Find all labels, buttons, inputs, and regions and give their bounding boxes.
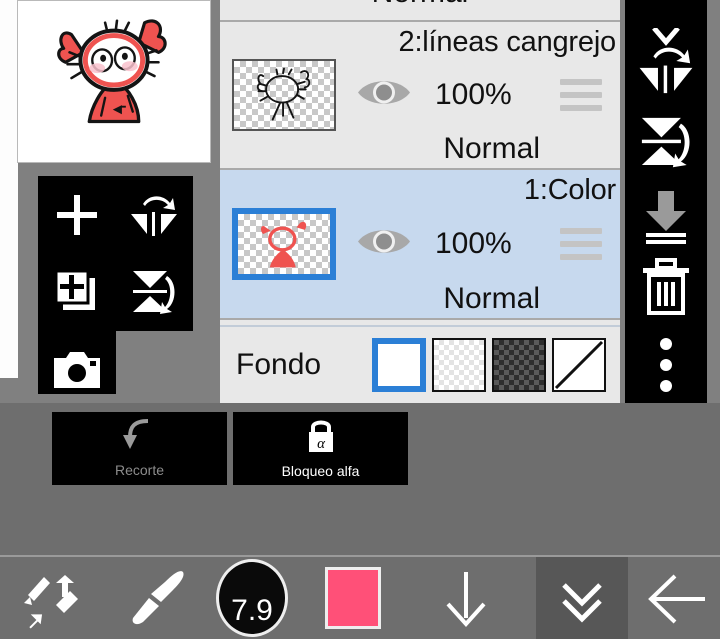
background-option-light-checker[interactable] bbox=[432, 338, 486, 392]
layer-opacity-label: 100% bbox=[435, 227, 512, 260]
brush-eraser-swap-icon bbox=[23, 575, 78, 629]
arrow-left-icon bbox=[648, 574, 705, 624]
camera-icon bbox=[53, 351, 100, 388]
clipping-label: Recorte bbox=[114, 462, 165, 478]
canvas-artwork-crab bbox=[57, 19, 167, 124]
brush-eraser-swap-button[interactable] bbox=[0, 557, 105, 639]
layer-name-label: 1:Color bbox=[523, 174, 616, 206]
duplicate-layer-button[interactable] bbox=[38, 253, 115, 330]
add-layer-button[interactable] bbox=[38, 176, 115, 253]
alpha-lock-label: Bloqueo alfa bbox=[281, 463, 360, 479]
kebab-menu-icon bbox=[660, 338, 672, 392]
crab-color-thumb-icon bbox=[261, 221, 307, 268]
layer-opacity-label: 100% bbox=[435, 78, 512, 111]
merge-down-icon bbox=[646, 190, 686, 244]
handle-line bbox=[560, 79, 602, 85]
flip-vertical-button[interactable] bbox=[115, 253, 192, 330]
merge-down-button[interactable] bbox=[625, 180, 707, 253]
download-layer-button[interactable] bbox=[418, 557, 513, 639]
layer-drag-handle[interactable] bbox=[560, 79, 602, 111]
brush-size-button[interactable]: 7.9 bbox=[216, 559, 288, 637]
eye-icon bbox=[358, 230, 410, 253]
table-row[interactable]: 2:líneas cangrejo 100% Normal bbox=[220, 22, 620, 170]
background-label: Fondo bbox=[236, 348, 322, 381]
handle-line bbox=[560, 241, 602, 247]
layer-controls-strip: Recorte α Bloqueo alfa Normal 100% − bbox=[0, 403, 720, 555]
svg-text:α: α bbox=[317, 436, 326, 452]
duplicate-layer-icon bbox=[54, 269, 95, 310]
background-option-white[interactable] bbox=[372, 338, 426, 392]
camera-import-button[interactable] bbox=[38, 331, 115, 408]
layer-visibility-toggle[interactable] bbox=[355, 76, 413, 115]
back-button[interactable] bbox=[630, 557, 720, 639]
layer-blend-mode-label: Normal bbox=[443, 132, 540, 165]
flip-vertical-icon bbox=[641, 117, 690, 167]
flip-horizontal-button[interactable] bbox=[115, 176, 192, 253]
layer-name-label: 2:líneas cangrejo bbox=[398, 26, 617, 58]
layer-blend-mode-partial: Normal bbox=[220, 0, 620, 10]
handle-line bbox=[560, 254, 602, 260]
layer-visibility-toggle[interactable] bbox=[355, 225, 413, 264]
arrow-down-icon bbox=[446, 572, 485, 627]
ibis-paint-layer-screen: Normal 2:líneas cangrejo bbox=[0, 0, 720, 639]
alpha-lock-button[interactable]: α Bloqueo alfa bbox=[233, 412, 408, 485]
layer-drag-handle[interactable] bbox=[560, 228, 602, 260]
background-row: Fondo bbox=[220, 325, 620, 403]
layers-panel[interactable]: Normal 2:líneas cangrejo bbox=[220, 0, 620, 403]
diagonal-slash-icon bbox=[554, 340, 604, 390]
canvas-left-margin bbox=[0, 0, 18, 378]
brush-size-value: 7.9 bbox=[231, 594, 273, 627]
drawing-canvas[interactable] bbox=[17, 0, 211, 163]
more-options-button[interactable] bbox=[625, 335, 707, 395]
eye-icon bbox=[358, 81, 410, 104]
clipping-button[interactable]: Recorte bbox=[52, 412, 227, 485]
collapse-panel-button[interactable] bbox=[536, 557, 628, 639]
background-option-dark-checker[interactable] bbox=[492, 338, 546, 392]
table-row[interactable]: 1:Color 100% Normal bbox=[220, 170, 620, 320]
layer-actions-toolbar bbox=[625, 0, 707, 403]
color-swatch-button[interactable] bbox=[325, 567, 381, 629]
double-chevron-down-icon bbox=[562, 583, 602, 623]
layer-row-partial-top[interactable]: Normal bbox=[220, 0, 620, 22]
background-swatches bbox=[372, 338, 606, 392]
layer-blend-mode-label: Normal bbox=[443, 282, 540, 315]
flip-horizontal-icon bbox=[130, 195, 177, 236]
flip-horizontal-icon bbox=[639, 47, 693, 93]
crab-lineart-thumb-icon bbox=[256, 67, 311, 121]
background-option-none[interactable] bbox=[552, 338, 606, 392]
delete-layer-button[interactable] bbox=[625, 250, 707, 323]
flip-horizontal-button[interactable] bbox=[625, 32, 707, 105]
layer-thumbnail-lineart[interactable] bbox=[232, 59, 336, 131]
trash-icon bbox=[643, 257, 689, 315]
alpha-lock-icon: α bbox=[305, 418, 337, 459]
handle-line bbox=[560, 105, 602, 111]
brush-tool-button[interactable] bbox=[105, 557, 210, 639]
flip-vertical-button[interactable] bbox=[625, 105, 707, 178]
bottom-toolbar: 7.9 bbox=[0, 555, 720, 639]
plus-icon bbox=[56, 194, 97, 235]
flip-vertical-icon bbox=[132, 270, 174, 314]
layer-thumbnail-color[interactable] bbox=[232, 208, 336, 280]
clipping-arrow-icon bbox=[122, 419, 158, 458]
brush-icon bbox=[132, 571, 184, 625]
floating-layer-tools bbox=[38, 176, 193, 394]
handle-line bbox=[560, 92, 602, 98]
handle-line bbox=[560, 228, 602, 234]
